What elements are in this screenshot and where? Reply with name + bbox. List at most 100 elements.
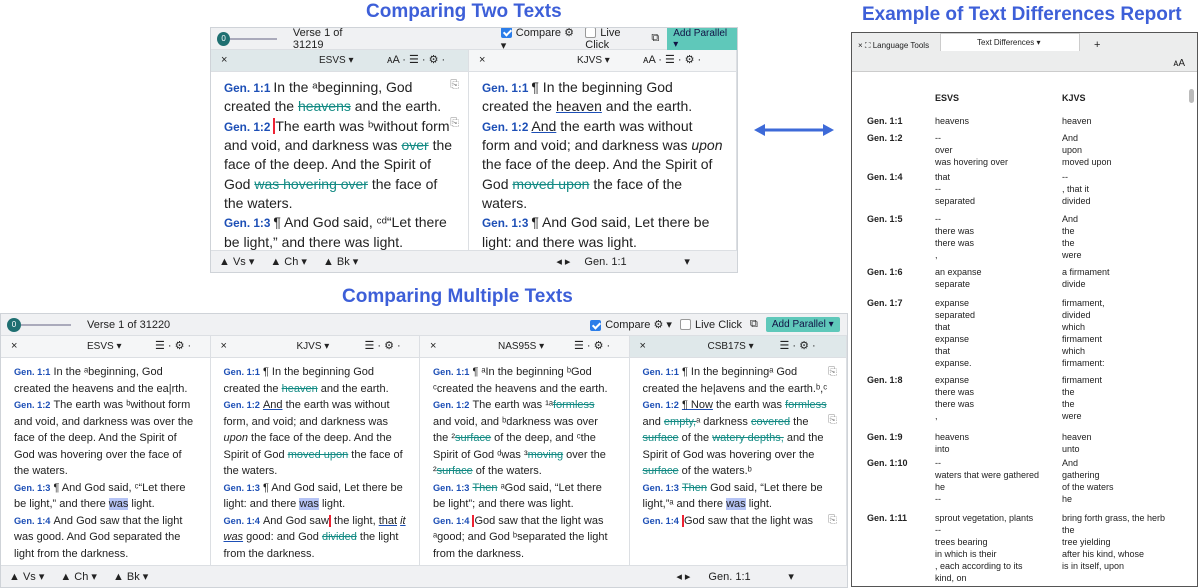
book-nav-button[interactable]: ▲ Bk ▾ <box>323 255 358 268</box>
tab-kjvs[interactable]: × KJVS ▾ ᴀA · ☰ · ⚙ · <box>469 50 737 71</box>
layout-icon[interactable]: ⧉ <box>750 318 758 331</box>
tab-tools-icon[interactable]: ᴀA · ☰ · ⚙ · <box>387 53 445 66</box>
report-row-esvs: that -- separated <box>935 172 976 206</box>
verse-slider-knob[interactable]: 0 <box>217 31 231 46</box>
text-pane-kjvs: Gen. 1:1 ¶ In the beginning God created t… <box>469 72 737 252</box>
close-icon[interactable]: × <box>640 340 646 352</box>
add-parallel-button[interactable]: Add Parallel ▾ <box>765 317 840 332</box>
tab-tools-icon[interactable]: ☰ · ⚙ · <box>155 339 191 352</box>
verse-nav-button[interactable]: ▲ Vs ▾ <box>9 570 44 583</box>
chevron-down-icon[interactable]: ▾ <box>684 255 690 268</box>
report-row-esvs: heavens into <box>935 432 970 454</box>
report-row-ref: Gen. 1:2 <box>867 133 903 143</box>
verse-slider-knob[interactable]: 0 <box>7 317 21 332</box>
compare-checkbox[interactable] <box>590 319 602 331</box>
column-header-kjvs: KJVS <box>1062 93 1086 103</box>
report-row-ref: Gen. 1:8 <box>867 375 903 385</box>
column-header-esvs: ESVS <box>935 93 960 103</box>
close-icon[interactable]: × <box>479 54 485 66</box>
gear-icon[interactable]: ⚙ ▾ <box>654 319 672 331</box>
verse-nav-button[interactable]: ▲ Vs ▾ <box>219 255 254 268</box>
chevron-down-icon[interactable]: ▾ <box>788 570 794 583</box>
report-row-esvs: expanse separated that expanse that expa… <box>935 298 976 368</box>
report-row-kjvs: And upon moved upon <box>1062 133 1112 167</box>
report-row-kjvs: firmament, divided which firmament which… <box>1062 298 1105 368</box>
add-tab-button[interactable]: + <box>1094 39 1100 51</box>
live-click-checkbox[interactable] <box>585 28 597 39</box>
font-size-icon[interactable]: ᴀA <box>1173 58 1185 69</box>
layout-icon[interactable]: ⧉ <box>651 32 659 45</box>
live-click-checkbox[interactable] <box>679 319 691 331</box>
report-row-kjvs: And gathering of the waters he <box>1062 458 1114 504</box>
tab-label: NAS95S ▾ <box>498 341 545 352</box>
text-pane-esvs: Gen. 1:1 In the ᵃbeginning, God created t… <box>211 72 470 252</box>
report-row-esvs: expanse there was there was , <box>935 375 975 421</box>
title-compare-multi: Comparing Multiple Texts <box>342 286 573 307</box>
scrollbar[interactable] <box>1189 89 1194 103</box>
tab-label: ESVS ▾ <box>87 341 122 352</box>
live-click-label: Live Click <box>694 318 743 331</box>
book-nav-button[interactable]: ▲ Bk ▾ <box>113 570 148 583</box>
multi-text-window: 0 Verse 1 of 31220 Compare ⚙ ▾ Live Clic… <box>0 313 848 588</box>
report-row-kjvs: heaven <box>1062 116 1092 126</box>
tab-csb17s[interactable]: × CSB17S ▾ ☰ · ⚙ · <box>629 336 847 357</box>
report-row-kjvs: bring forth grass, the herb the tree yie… <box>1062 513 1166 571</box>
tab-label: KJVS ▾ <box>296 341 330 352</box>
report-row-ref: Gen. 1:9 <box>867 432 903 442</box>
text-pane-kjvs: Gen. 1:1 ¶ In the beginning God created t… <box>211 358 420 567</box>
tab-language-tools[interactable]: × ⛶ Language Tools <box>858 41 929 51</box>
compare-toggle[interactable]: Compare ⚙ ▾ <box>500 27 578 52</box>
report-row-ref: Gen. 1:6 <box>867 267 903 277</box>
tab-esvs[interactable]: × ESVS ▾ ☰ · ⚙ · <box>1 336 211 357</box>
report-row-ref: Gen. 1:5 <box>867 214 903 224</box>
prev-next-icon[interactable]: ◂ ▸ <box>556 255 570 268</box>
add-parallel-label: Add Parallel <box>771 319 826 330</box>
add-parallel-label: Add Parallel <box>673 27 728 39</box>
compare-toggle[interactable]: Compare ⚙ ▾ <box>590 318 672 331</box>
report-row-esvs: -- over was hovering over <box>935 133 1009 167</box>
tab-kjvs[interactable]: × KJVS ▾ ☰ · ⚙ · <box>210 336 420 357</box>
tab-tools-icon[interactable]: ☰ · ⚙ · <box>365 339 401 352</box>
reference-field[interactable]: Gen. 1:1 <box>584 256 684 268</box>
two-text-window: 0 Verse 1 of 31219 Compare ⚙ ▾ Live Clic… <box>210 27 738 273</box>
chapter-nav-button[interactable]: ▲ Ch ▾ <box>60 570 97 583</box>
tab-label: CSB17S ▾ <box>707 341 754 352</box>
chapter-nav-button[interactable]: ▲ Ch ▾ <box>270 255 307 268</box>
report-row-ref: Gen. 1:11 <box>867 513 908 523</box>
close-icon[interactable]: × <box>430 340 436 352</box>
text-pane-nas95s: Gen. 1:1 ¶ ᵃIn the beginning ᵇGod ᶜcreate… <box>420 358 630 567</box>
reference-field[interactable]: Gen. 1:1 <box>708 571 788 583</box>
verse-counter: Verse 1 of 31220 <box>87 318 171 331</box>
tab-tools-icon[interactable]: ᴀA · ☰ · ⚙ · <box>643 53 701 66</box>
verse-slider-track[interactable] <box>21 323 71 326</box>
live-click-toggle[interactable]: Live Click <box>585 28 643 51</box>
report-row-ref: Gen. 1:7 <box>867 298 903 308</box>
report-row-esvs: sprout vegetation, plants -- trees beari… <box>935 513 1034 583</box>
close-icon[interactable]: × <box>221 54 227 66</box>
nav-bar: ▲ Vs ▾ ▲ Ch ▾ ▲ Bk ▾ ◂ ▸ Gen. 1:1 ▾ <box>211 250 737 272</box>
report-row-kjvs: heaven unto <box>1062 432 1092 454</box>
report-row-esvs: -- there was there was , <box>935 214 975 260</box>
tab-nas95s[interactable]: × NAS95S ▾ ☰ · ⚙ · <box>420 336 630 357</box>
verse-slider-track[interactable] <box>230 37 277 40</box>
text-differences-report: × ⛶ Language Tools Text Differences ▾ + … <box>851 32 1198 587</box>
close-icon[interactable]: × <box>221 340 227 352</box>
close-icon[interactable]: × <box>11 340 17 352</box>
toolbar: 0 Verse 1 of 31219 Compare ⚙ ▾ Live Clic… <box>211 27 737 52</box>
tab-text-differences[interactable]: Text Differences ▾ <box>940 33 1080 51</box>
add-parallel-button[interactable]: Add Parallel ▾ <box>667 27 737 52</box>
tab-tools-icon[interactable]: ☰ · ⚙ · <box>780 339 816 352</box>
compare-label: Compare <box>605 319 651 331</box>
text-pane-csb17s: Gen. 1:1 ¶ In the beginningᵃ God created … <box>630 358 847 567</box>
report-row-esvs: heavens <box>935 116 970 126</box>
live-click-toggle[interactable]: Live Click <box>679 318 743 331</box>
tab-tools-icon[interactable]: ☰ · ⚙ · <box>574 339 610 352</box>
compare-label: Compare <box>515 27 562 39</box>
report-row-esvs: -- waters that were gathered he -- <box>935 458 1040 504</box>
nav-bar: ▲ Vs ▾ ▲ Ch ▾ ▲ Bk ▾ ◂ ▸ Gen. 1:1 ▾ <box>1 565 847 587</box>
prev-next-icon[interactable]: ◂ ▸ <box>676 570 690 583</box>
compare-checkbox[interactable] <box>500 28 512 39</box>
title-compare-two: Comparing Two Texts <box>366 1 562 22</box>
report-row-kjvs: And the the were <box>1062 214 1082 260</box>
tab-esvs[interactable]: × ESVS ▾ ᴀA · ☰ · ⚙ · <box>211 50 470 71</box>
